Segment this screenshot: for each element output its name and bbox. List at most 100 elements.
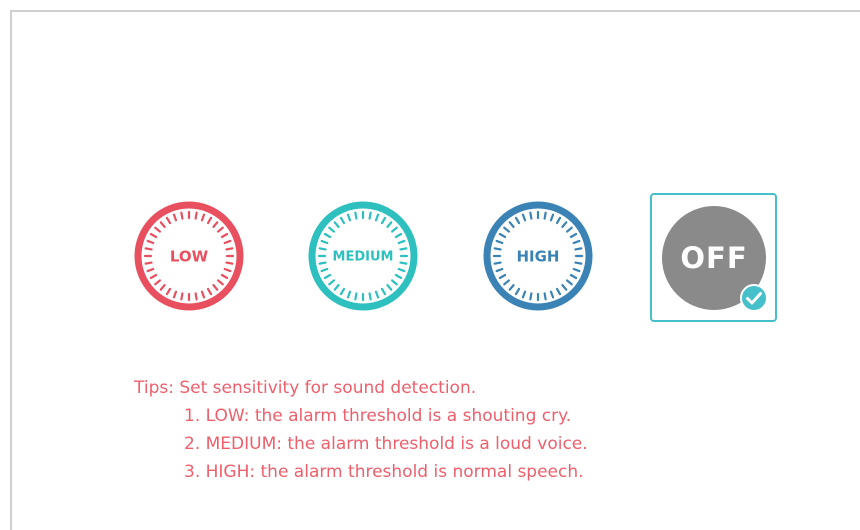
dial-tick: [217, 226, 224, 233]
dial-tick: [154, 279, 161, 286]
dial-tick: [212, 221, 219, 228]
dial-tick: [569, 232, 578, 239]
dial-tick: [386, 221, 393, 228]
dial-tick: [172, 213, 178, 222]
dial-tick: [543, 292, 547, 301]
dial-tick: [165, 216, 172, 225]
dial-tick: [323, 232, 332, 239]
dial-tick: [368, 292, 372, 301]
dial-tick: [529, 211, 533, 220]
dial-tick: [498, 232, 507, 239]
dial-tick: [495, 267, 504, 273]
dial-icon: HIGH: [483, 201, 593, 311]
dial-tick: [206, 216, 213, 225]
dial-tick: [320, 239, 329, 245]
dial-tick: [521, 213, 527, 222]
dial-tick: [206, 287, 213, 296]
tips-heading: Tips: Set sensitivity for sound detectio…: [134, 378, 477, 398]
sensitivity-low-button[interactable]: LOW: [133, 200, 245, 312]
dial-tick: [572, 267, 581, 273]
dial-tick: [146, 239, 155, 245]
dial-tick: [561, 284, 568, 291]
dial-tick: [514, 287, 521, 296]
dial-tick: [146, 267, 155, 273]
dial-tick: [574, 247, 583, 251]
dial-tick: [549, 213, 555, 222]
dial-tick: [391, 279, 398, 286]
dial-tick: [566, 279, 573, 286]
dial-tick: [346, 213, 352, 222]
dial-tick: [165, 287, 172, 296]
dial-tick: [339, 287, 346, 296]
dial-tick: [514, 216, 521, 225]
check-icon: [740, 284, 768, 312]
sensitivity-low-label: LOW: [170, 248, 209, 266]
dial-tick: [386, 284, 393, 291]
dial-tick: [200, 213, 206, 222]
dial-icon: LOW: [134, 201, 244, 311]
dial-tick: [549, 290, 555, 299]
dial-tick: [394, 232, 403, 239]
dial-tick: [159, 284, 166, 291]
dial-tick: [374, 213, 380, 222]
dial-tick: [397, 267, 406, 273]
sensitivity-off-button[interactable]: OFF: [650, 193, 777, 322]
dial-tick: [503, 226, 510, 233]
dial-tick: [391, 226, 398, 233]
dial-tick: [508, 284, 515, 291]
dial-tick: [318, 247, 327, 251]
dial-tick: [318, 261, 327, 265]
dial-tick: [194, 292, 198, 301]
dial-tick: [399, 247, 408, 251]
dial-tick: [220, 232, 229, 239]
dial-tick: [569, 273, 578, 280]
dial-tick: [561, 221, 568, 228]
dial-tick: [394, 273, 403, 280]
sensitivity-medium-label: MEDIUM: [333, 250, 394, 265]
dial-tick: [566, 226, 573, 233]
dial-tick: [223, 267, 232, 273]
dial-tick: [503, 279, 510, 286]
dial-tick: [574, 261, 583, 265]
dial-tick: [493, 247, 502, 251]
dial-tick: [493, 261, 502, 265]
dial-tick: [328, 279, 335, 286]
dial-tick: [498, 273, 507, 280]
dial-tick: [223, 239, 232, 245]
dial-tick: [354, 211, 358, 220]
dial-tick: [144, 247, 153, 251]
dial-tick: [220, 273, 229, 280]
dial-tick: [333, 221, 340, 228]
dial-tick: [368, 211, 372, 220]
dial-tick: [200, 290, 206, 299]
dial-tick: [555, 216, 562, 225]
dial-tick: [323, 273, 332, 280]
sensitivity-high-button[interactable]: HIGH: [482, 200, 594, 312]
dial-tick: [399, 261, 408, 265]
dial-tick: [225, 247, 234, 251]
sensitivity-high-label: HIGH: [516, 248, 559, 266]
dial-tick: [555, 287, 562, 296]
dial-tick: [149, 273, 158, 280]
dial-tick: [380, 287, 387, 296]
dial-tick: [217, 279, 224, 286]
dial-tick: [172, 290, 178, 299]
dial-tick: [225, 261, 234, 265]
dial-tick: [521, 290, 527, 299]
dial-icon: MEDIUM: [308, 201, 418, 311]
dial-tick: [543, 211, 547, 220]
dial-tick: [333, 284, 340, 291]
dial-tick: [159, 221, 166, 228]
dial-tick: [397, 239, 406, 245]
dial-tick: [212, 284, 219, 291]
dial-tick: [572, 239, 581, 245]
dial-tick: [328, 226, 335, 233]
dial-tick: [380, 216, 387, 225]
dial-tick: [346, 290, 352, 299]
tip-item: 3. HIGH: the alarm threshold is normal s…: [184, 462, 584, 482]
sensitivity-medium-button[interactable]: MEDIUM: [307, 200, 419, 312]
dial-tick: [354, 292, 358, 301]
dial-tick: [180, 211, 184, 220]
dial-tick: [529, 292, 533, 301]
dial-tick: [194, 211, 198, 220]
